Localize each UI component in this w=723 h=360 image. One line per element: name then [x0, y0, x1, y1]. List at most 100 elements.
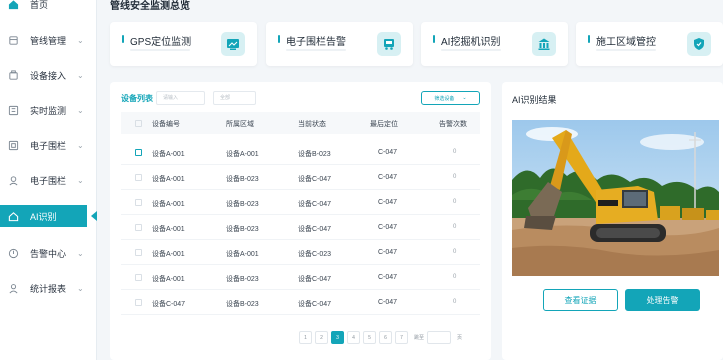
chevron-down-icon: ⌄ [462, 95, 467, 101]
row-checkbox[interactable] [135, 224, 142, 231]
home-icon [7, 210, 19, 222]
cell-status: 设备C-047 [298, 276, 332, 283]
card-placeholder-line [130, 49, 190, 51]
search-input[interactable]: 请输入 [156, 91, 205, 105]
page-button[interactable]: 7 [395, 331, 408, 344]
table-row[interactable]: 设备A-001 设备A-001 设备C-023 C-047 0 [121, 240, 480, 265]
page-button[interactable]: 2 [315, 331, 328, 344]
row-checkbox[interactable] [135, 149, 142, 156]
sidebar-item-label: 电子围栏 [30, 140, 67, 151]
filter-button-label: 筛选设备 [434, 95, 455, 102]
building-icon [532, 32, 556, 56]
card-ai-excavator[interactable]: AI挖掘机识别 [421, 22, 568, 66]
alarm-icon [7, 247, 19, 259]
page-button-current[interactable]: 3 [331, 331, 344, 344]
page-button[interactable]: 1 [299, 331, 312, 344]
cell-location: C-047 [378, 199, 398, 206]
page-button[interactable]: 4 [347, 331, 360, 344]
sidebar-item-label: 设备接入 [30, 70, 67, 81]
goto-page-input[interactable] [427, 331, 452, 344]
sidebar-item-label: 告警中心 [30, 248, 67, 259]
chevron-down-icon: ⌄ [77, 248, 84, 258]
column-header: 告警次数 [439, 121, 467, 128]
cell-device-id: 设备C-047 [152, 301, 186, 308]
cell-area: 设备A-001 [226, 151, 259, 158]
card-title: GPS定位监测 [130, 37, 192, 48]
cell-location: C-047 [378, 174, 398, 181]
page-button[interactable]: 6 [379, 331, 392, 344]
select-all-checkbox[interactable] [135, 120, 142, 127]
shield-icon [687, 32, 711, 56]
row-checkbox[interactable] [135, 199, 142, 206]
cell-area: 设备B-023 [226, 301, 259, 308]
card-title: 施工区域管控 [596, 37, 656, 48]
row-checkbox[interactable] [135, 174, 142, 181]
pagination: 1 2 3 4 5 6 7 跳至 页 [299, 331, 462, 344]
sidebar-item-monitor[interactable]: 实时监测 ⌄ [0, 99, 97, 121]
card-title: 电子围栏告警 [286, 37, 346, 48]
sidebar: 首页 管线管理 ⌄ 设备接入 ⌄ 实时监测 ⌄ 电子围栏 ⌄ 电子围栏 ⌄ AI… [0, 0, 97, 360]
cell-alarm-count: 0 [453, 299, 457, 305]
cell-area: 设备A-001 [226, 251, 259, 258]
area-select[interactable]: 全部 [213, 91, 256, 105]
card-gps[interactable]: GPS定位监测 [110, 22, 257, 66]
column-header: 所属区域 [226, 121, 254, 128]
view-evidence-button[interactable]: 查看证据 [543, 289, 618, 311]
person-icon [7, 282, 19, 294]
monitor-icon [7, 104, 19, 116]
active-indicator [91, 211, 97, 221]
table-row[interactable]: 设备A-001 设备B-023 设备C-047 C-047 0 [121, 190, 480, 215]
sidebar-item-report[interactable]: 统计报表 ⌄ [0, 277, 97, 299]
card-accent-bar [588, 35, 590, 43]
row-checkbox[interactable] [135, 249, 142, 256]
ai-result-title: AI识别结果 [512, 95, 557, 105]
tablet-icon [221, 32, 245, 56]
cell-alarm-count: 0 [453, 249, 457, 255]
card-construction[interactable]: 施工区域管控 [576, 22, 723, 66]
cell-alarm-count: 0 [453, 224, 457, 230]
sidebar-item-label: 管线管理 [30, 35, 67, 46]
sidebar-item-pipeline[interactable]: 管线管理 ⌄ [0, 29, 97, 51]
cell-status: 设备B-023 [298, 151, 331, 158]
device-list-title: 设备列表 [121, 94, 153, 103]
card-accent-bar [278, 35, 280, 43]
truck-icon [377, 32, 401, 56]
row-checkbox[interactable] [135, 299, 142, 306]
card-fence-alarm[interactable]: 电子围栏告警 [266, 22, 413, 66]
table-row[interactable]: 设备A-001 设备A-001 设备B-023 C-047 0 [121, 140, 480, 165]
row-checkbox[interactable] [135, 274, 142, 281]
table-row[interactable]: 设备A-001 设备B-023 设备C-047 C-047 0 [121, 215, 480, 240]
filter-button[interactable]: 筛选设备 ⌄ [421, 91, 480, 105]
cell-device-id: 设备A-001 [152, 251, 185, 258]
sidebar-item-home[interactable]: 首页 [0, 0, 97, 15]
cell-device-id: 设备A-001 [152, 276, 185, 283]
sidebar-item-alarm[interactable]: 告警中心 ⌄ [0, 242, 97, 264]
table-row[interactable]: 设备C-047 设备B-023 设备C-047 C-047 0 [121, 290, 480, 315]
cell-area: 设备B-023 [226, 276, 259, 283]
cell-area: 设备B-023 [226, 176, 259, 183]
chevron-down-icon: ⌄ [77, 175, 84, 185]
card-title: AI挖掘机识别 [441, 37, 501, 48]
cell-alarm-count: 0 [453, 274, 457, 280]
sidebar-item-label: AI识别 [30, 211, 57, 222]
page-button[interactable]: 5 [363, 331, 376, 344]
chevron-down-icon: ⌄ [77, 105, 84, 115]
sidebar-item-fence[interactable]: 电子围栏 ⌄ [0, 134, 97, 156]
table-header: 设备编号 所属区域 当前状态 最后定位 告警次数 [121, 112, 480, 134]
sidebar-item-device[interactable]: 设备接入 ⌄ [0, 64, 97, 86]
card-placeholder-line [286, 49, 346, 51]
sidebar-item-ai[interactable]: AI识别 [0, 205, 87, 227]
goto-label: 跳至 [414, 335, 425, 341]
goto-suffix: 页 [457, 335, 463, 341]
sidebar-item-fence-2[interactable]: 电子围栏 ⌄ [0, 169, 97, 191]
table-row[interactable]: 设备A-001 设备B-023 设备C-047 C-047 0 [121, 265, 480, 290]
excavator-photo [512, 120, 719, 276]
column-header: 最后定位 [370, 121, 398, 128]
column-header: 设备编号 [152, 121, 180, 128]
cell-area: 设备B-023 [226, 201, 259, 208]
handle-alarm-button[interactable]: 处理告警 [625, 289, 700, 311]
chevron-down-icon: ⌄ [77, 283, 84, 293]
table-row[interactable]: 设备A-001 设备B-023 设备C-047 C-047 0 [121, 165, 480, 190]
cell-alarm-count: 0 [453, 149, 457, 155]
device-icon [7, 69, 19, 81]
